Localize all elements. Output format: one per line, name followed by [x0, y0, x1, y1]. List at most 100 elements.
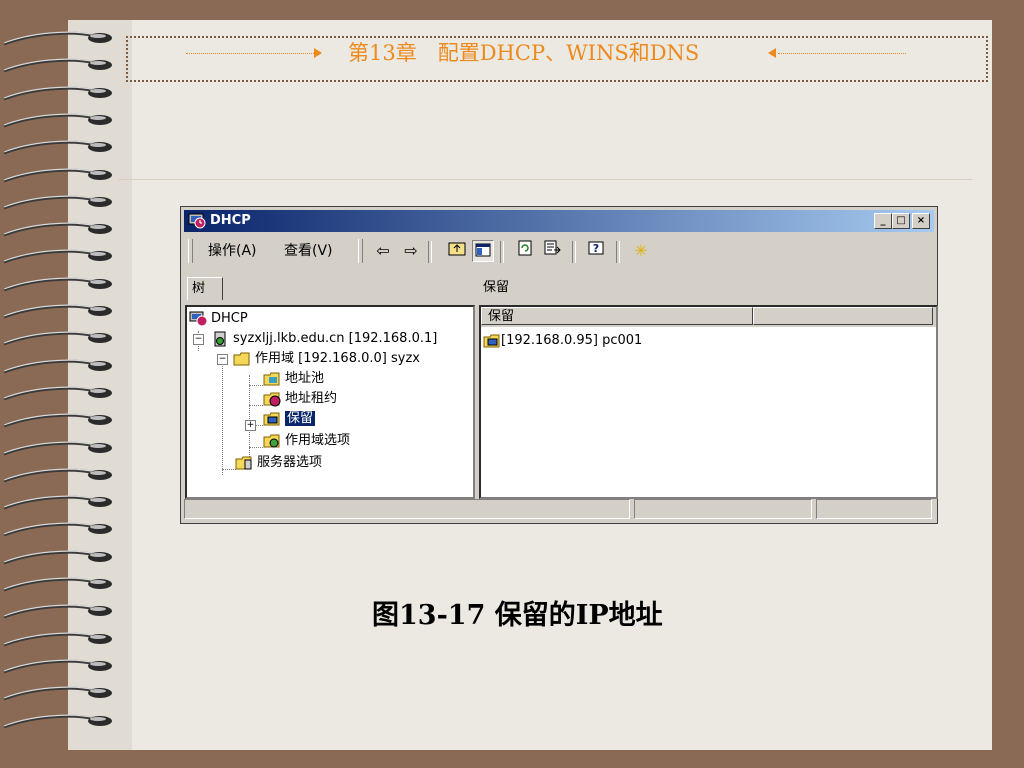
tree-connector [249, 447, 263, 448]
spiral-ring [0, 110, 122, 132]
spiral-ring [0, 137, 122, 159]
server-icon [214, 331, 226, 346]
tree-label: 服务器选项 [257, 455, 323, 470]
collapse-toggle[interactable]: − [193, 334, 204, 345]
forward-arrow-icon[interactable]: ⇨ [400, 240, 422, 262]
maximize-button[interactable]: □ [892, 213, 910, 229]
spiral-ring [0, 465, 122, 487]
spiral-ring [0, 656, 122, 678]
refresh-icon[interactable] [514, 240, 536, 262]
column-header-empty[interactable] [753, 307, 933, 325]
tree-item-scope-options[interactable]: 作用域选项 [263, 431, 350, 451]
status-cell [184, 499, 630, 519]
arrow-left-icon [768, 48, 776, 58]
spiral-ring [0, 492, 122, 514]
show-tree-icon[interactable] [472, 240, 494, 262]
tree-label: 作用域 [192.168.0.0] syzx [255, 351, 420, 366]
right-pane-title: 保留 [483, 280, 510, 295]
spiral-ring [0, 356, 122, 378]
server-options-icon [235, 456, 252, 469]
tree-connector [222, 355, 223, 475]
tree-connector [255, 425, 263, 426]
minimize-button[interactable]: _ [874, 213, 892, 229]
spiral-ring [0, 328, 122, 350]
spiral-ring [0, 601, 122, 623]
tree-item-dhcp[interactable]: DHCP [189, 309, 248, 329]
menu-view[interactable]: 查看(V) [284, 241, 333, 261]
status-cell [816, 499, 932, 519]
list-header: 保留 [481, 307, 936, 327]
header-line-left [186, 53, 316, 55]
spiral-ring [0, 83, 122, 105]
spiral-ring [0, 28, 122, 50]
spiral-ring [0, 438, 122, 460]
tree-label: DHCP [211, 311, 248, 326]
up-folder-icon[interactable] [446, 240, 468, 262]
spiral-ring [0, 192, 122, 214]
console-tree: DHCP − syzxljj.lkb.edu.cn [192.168.0.1] … [185, 305, 475, 499]
close-button[interactable]: × [912, 213, 930, 229]
toolbar: 操作(A) 查看(V) ⇦ ⇨ ? ✳ [184, 235, 934, 267]
spiral-ring [0, 219, 122, 241]
tab-tree[interactable]: 树 [187, 277, 223, 300]
tree-item-address-leases[interactable]: 地址租约 [263, 389, 337, 409]
page-title: 第13章 配置DHCP、WINS和DNS [348, 41, 700, 65]
svg-text:?: ? [593, 242, 599, 255]
list-item[interactable]: [192.168.0.95] pc001 [483, 331, 642, 351]
back-arrow-icon[interactable]: ⇦ [372, 240, 394, 262]
tree-item-scope[interactable]: 作用域 [192.168.0.0] syzx [233, 349, 420, 369]
spiral-ring [0, 246, 122, 268]
tree-label: 地址租约 [285, 391, 338, 406]
header-line-right [778, 53, 906, 55]
tree-label: 作用域选项 [285, 433, 351, 448]
toolbar-grip[interactable] [358, 239, 363, 263]
tree-label: syzxljj.lkb.edu.cn [192.168.0.1] [233, 331, 438, 346]
tree-connector [249, 375, 250, 457]
spiral-ring [0, 301, 122, 323]
tree-connector [222, 469, 236, 470]
tree-item-address-pool[interactable]: 地址池 [263, 369, 324, 389]
menu-action[interactable]: 操作(A) [208, 241, 257, 261]
address-pool-icon [263, 372, 280, 385]
tree-label: 地址池 [285, 371, 325, 386]
toolbar-grip[interactable] [188, 239, 193, 263]
spiral-ring [0, 410, 122, 432]
new-star-icon[interactable]: ✳ [630, 240, 652, 262]
scope-options-icon [263, 434, 280, 447]
arrow-right-icon [314, 48, 322, 58]
export-list-icon[interactable] [542, 240, 564, 262]
reservations-icon [263, 412, 280, 425]
toolbar-separator [572, 241, 576, 263]
toolbar-separator [428, 241, 432, 263]
spiral-ring [0, 574, 122, 596]
folder-icon [233, 352, 250, 365]
spiral-ring [0, 629, 122, 651]
tree-item-server-options[interactable]: 服务器选项 [235, 453, 322, 473]
status-cell [634, 499, 812, 519]
spiral-ring [0, 165, 122, 187]
spiral-ring [0, 274, 122, 296]
spiral-ring [0, 55, 122, 77]
tree-label-selected: 保留 [285, 411, 316, 426]
tree-connector [249, 385, 263, 386]
tree-item-server[interactable]: syzxljj.lkb.edu.cn [192.168.0.1] [211, 329, 437, 349]
divider [118, 179, 972, 180]
address-leases-icon [263, 392, 281, 406]
spiral-ring [0, 683, 122, 705]
spiral-ring [0, 711, 122, 733]
spiral-ring [0, 519, 122, 541]
dhcp-icon [189, 311, 207, 326]
toolbar-separator [500, 241, 504, 263]
column-header-reservations[interactable]: 保留 [481, 307, 753, 325]
help-icon[interactable]: ? [586, 240, 608, 262]
tree-item-reservations[interactable]: 保留 [263, 409, 316, 429]
dhcp-app-icon [188, 213, 206, 229]
dhcp-window: DHCP _ □ × 操作(A) 查看(V) ⇦ ⇨ ? ✳ 树 保留 DHCP… [180, 206, 938, 524]
list-item-label: [192.168.0.95] pc001 [501, 333, 643, 348]
figure-caption: 图13-17 保留的IP地址 [372, 600, 663, 631]
toolbar-separator [616, 241, 620, 263]
title-bar[interactable]: DHCP _ □ × [184, 210, 934, 232]
tree-connector [249, 405, 263, 406]
expand-toggle[interactable]: + [245, 420, 256, 431]
collapse-toggle[interactable]: − [217, 354, 228, 365]
